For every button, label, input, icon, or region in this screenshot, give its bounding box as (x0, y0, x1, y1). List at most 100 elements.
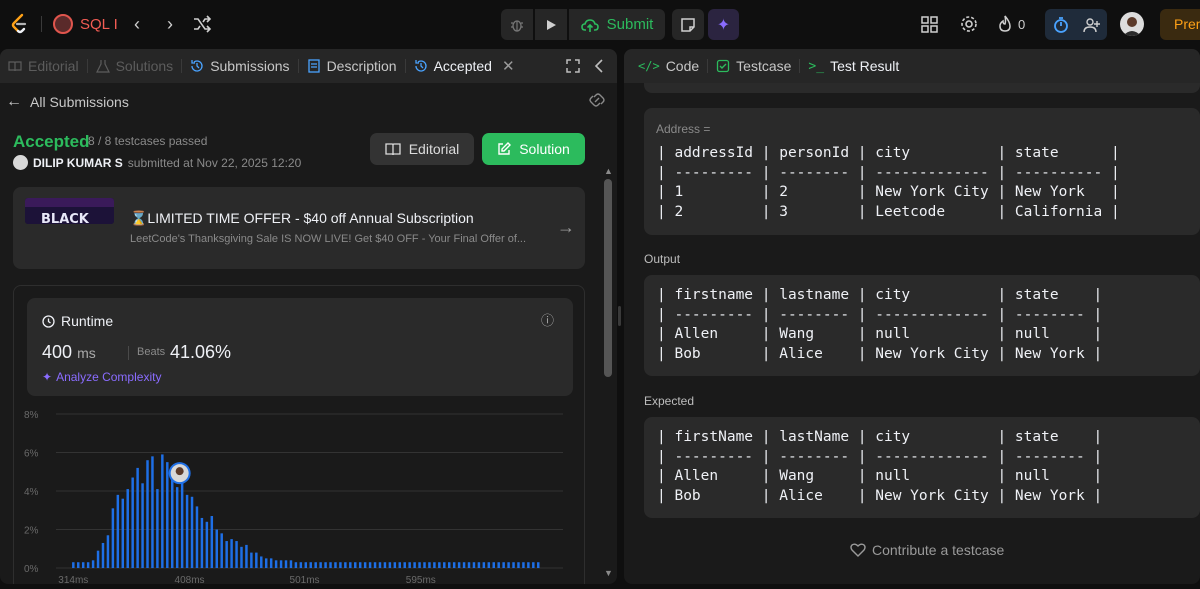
stopwatch-icon[interactable] (1045, 9, 1076, 40)
editorial-button[interactable]: Editorial (370, 133, 474, 165)
chart-bar (131, 477, 134, 568)
chart-bar (477, 562, 481, 568)
chart-bar (101, 542, 105, 568)
tab-solutions[interactable]: Solutions (88, 49, 182, 83)
x-tick-label: 314ms (58, 575, 88, 584)
tab-submissions[interactable]: Submissions (182, 49, 297, 83)
chart-bar (527, 562, 530, 568)
prev-problem-icon[interactable]: ‹ (125, 12, 149, 36)
test-result-panel: </> Code Testcase >_ Test Result | | | |… (624, 49, 1200, 584)
x-tick-label: 501ms (290, 575, 320, 584)
chart-bar (240, 546, 243, 568)
tab-test-result[interactable]: >_ Test Result (800, 49, 907, 83)
book-icon (8, 61, 22, 72)
chart-bar (190, 496, 194, 568)
maximize-icon[interactable] (565, 58, 581, 74)
premium-button[interactable]: Premium (1160, 9, 1200, 40)
chart-bar (447, 562, 451, 568)
chart-bar (413, 562, 416, 568)
collapse-panel-icon[interactable] (593, 58, 605, 74)
sparkle-icon: ✦ (716, 16, 731, 34)
chart-bar (423, 562, 426, 568)
tab-code[interactable]: </> Code (630, 49, 707, 83)
chart-bar (230, 539, 233, 568)
layout-icon[interactable] (920, 12, 940, 36)
history-icon (414, 60, 427, 72)
chart-bar (141, 483, 144, 568)
ai-assistant-button[interactable]: ✦ (708, 9, 739, 40)
tab-description[interactable]: Description (299, 49, 405, 83)
arrow-right-icon[interactable]: → (557, 217, 575, 238)
back-to-submissions[interactable]: ← All Submissions (6, 93, 129, 111)
submitter-name[interactable]: DILIP KUMAR S (33, 156, 123, 170)
scroll-down-icon[interactable]: ▼ (604, 568, 613, 578)
chart-bar (264, 558, 268, 568)
chart-bar (363, 562, 367, 568)
chart-bar (443, 562, 446, 568)
heart-icon (850, 543, 866, 557)
chart-bar (462, 562, 466, 568)
debug-button[interactable] (501, 9, 533, 40)
chart-bar (151, 456, 154, 568)
solution-button[interactable]: Solution (482, 133, 585, 165)
gear-icon[interactable] (958, 12, 980, 36)
tab-testcase[interactable]: Testcase (708, 49, 799, 83)
scrollbar[interactable] (604, 179, 612, 377)
share-link-icon[interactable] (588, 93, 606, 107)
chart-bar (378, 562, 382, 568)
chart-bar (482, 562, 486, 568)
notes-button[interactable] (672, 9, 704, 40)
chart-bar (383, 562, 387, 568)
terminal-icon: >_ (808, 58, 825, 74)
tab-accepted[interactable]: Accepted ✕ (406, 49, 523, 83)
chart-bar (388, 562, 392, 568)
chart-bar (537, 562, 540, 568)
panel-resize-handle[interactable] (618, 306, 621, 326)
chart-bar (235, 541, 238, 568)
problem-list-name[interactable]: SQL I (80, 16, 118, 33)
chart-bar (111, 508, 115, 568)
chart-bar (408, 562, 411, 568)
chart-bar (284, 560, 288, 568)
add-friend-icon[interactable] (1076, 9, 1107, 40)
promo-banner[interactable]: BLACK ⌛LIMITED TIME OFFER - $40 off Annu… (13, 187, 585, 269)
chart-bar (418, 562, 421, 568)
output-table: | firstname | lastname | city | state | … (657, 287, 1103, 362)
leetcode-logo-icon[interactable] (8, 12, 32, 36)
avatar[interactable] (1120, 12, 1144, 36)
contribute-testcase-button[interactable]: Contribute a testcase (850, 542, 1004, 558)
chart-bar (502, 562, 505, 568)
scroll-up-icon[interactable]: ▲ (604, 166, 613, 176)
submit-button[interactable]: Submit (569, 9, 665, 40)
submit-label: Submit (606, 16, 654, 33)
chart-bar (319, 562, 322, 568)
play-icon (547, 19, 556, 30)
address-input-box: Address = | addressId | personId | city … (644, 108, 1200, 235)
arrow-left-icon: ← (6, 93, 22, 110)
chart-bar (457, 562, 461, 568)
problem-list-icon[interactable] (53, 14, 73, 34)
submitter-info: DILIP KUMAR S submitted at Nov 22, 2025 … (13, 155, 301, 170)
streak-counter[interactable]: 0 (998, 12, 1025, 36)
run-button[interactable] (535, 9, 567, 40)
code-icon: </> (638, 59, 660, 73)
chart-bar (146, 460, 149, 568)
chart-bar (156, 489, 159, 568)
chart-bar (225, 541, 228, 568)
chart-bar (314, 562, 317, 568)
chart-bar (438, 562, 441, 568)
y-tick-label: 4% (24, 487, 39, 498)
chart-bar (106, 535, 110, 568)
submission-status: Accepted (13, 132, 90, 151)
chart-bar (220, 533, 223, 568)
shuffle-icon[interactable] (192, 14, 212, 34)
next-problem-icon[interactable]: › (158, 12, 182, 36)
avatar[interactable] (13, 155, 28, 170)
chart-bar (329, 562, 332, 568)
chart-bar (205, 521, 209, 568)
close-icon[interactable]: ✕ (502, 57, 515, 75)
chart-bar (354, 562, 357, 568)
tab-editorial[interactable]: Editorial (0, 49, 87, 83)
chart-bar (215, 529, 218, 568)
fire-icon (999, 15, 1011, 32)
